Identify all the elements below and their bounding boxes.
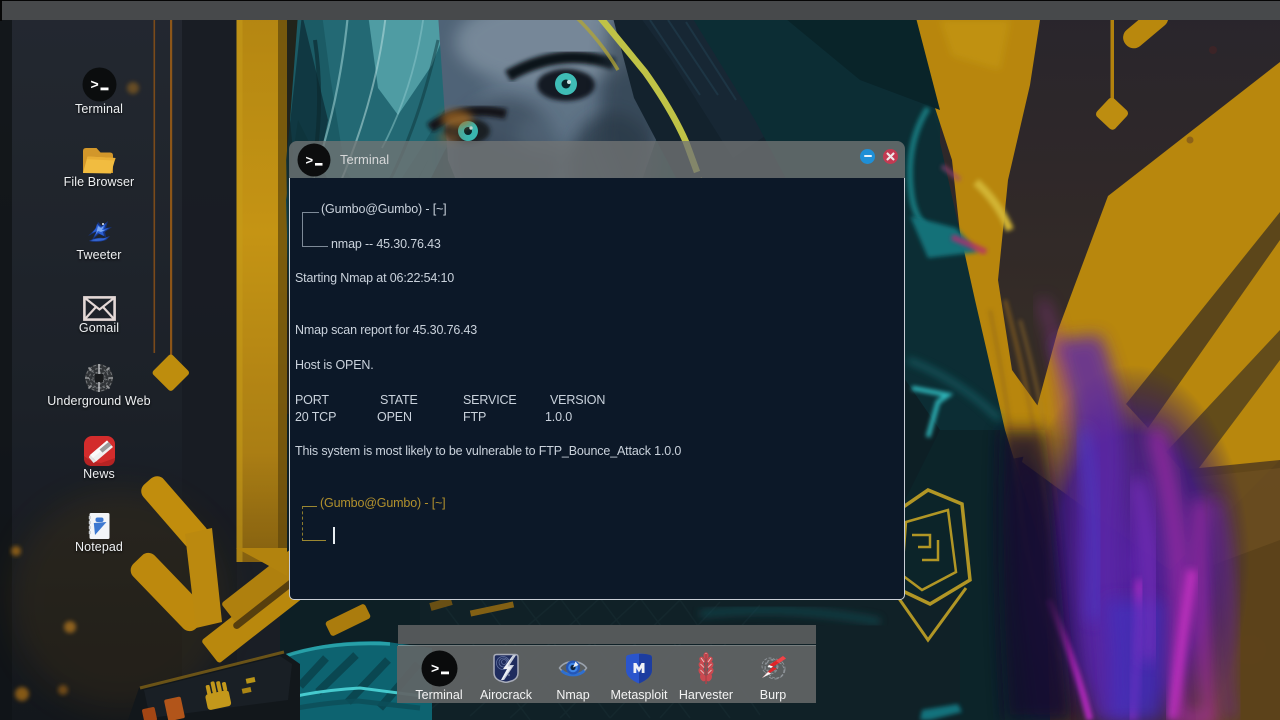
svg-text:>: > <box>305 152 313 167</box>
svg-text:>: > <box>431 660 439 676</box>
svg-text:>: > <box>90 76 98 92</box>
